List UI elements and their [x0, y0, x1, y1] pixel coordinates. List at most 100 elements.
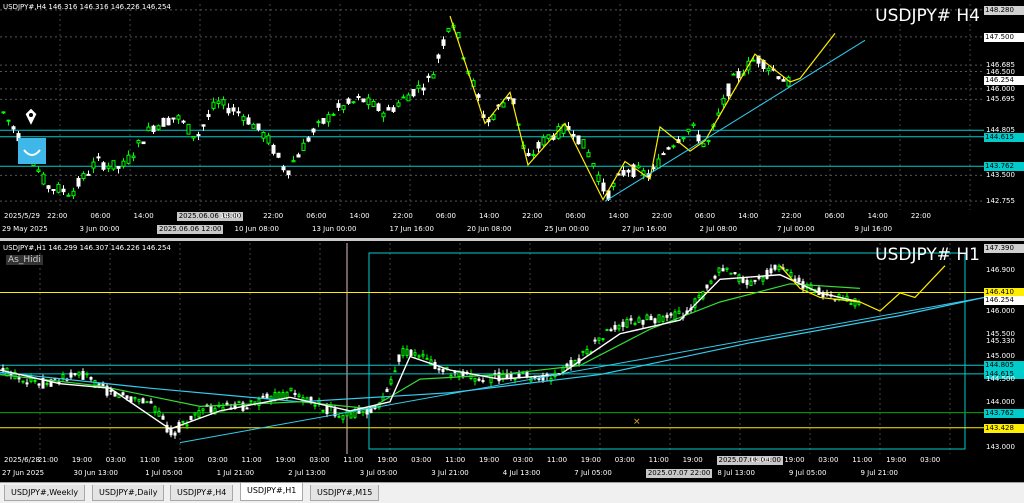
- h1-time-label: 19:00: [682, 456, 703, 464]
- h4-candle-body: [261, 131, 266, 139]
- h4-candle-body: [401, 96, 406, 99]
- h1-candle-body: [633, 322, 637, 325]
- h4-price-tick: 146.254: [984, 76, 1024, 86]
- h1-candle-body: [777, 265, 781, 271]
- h4-header: USDJPY#,H4 146.316 146.316 146.226 146.2…: [3, 3, 171, 11]
- h4-time-label: 06:00: [565, 212, 586, 220]
- h4-price-axis[interactable]: 148.280 147.500 146.685 146.500 146.254 146.0…: [984, 0, 1024, 238]
- h1-candle-body: [789, 272, 793, 278]
- h1-price-axis[interactable]: 147.390 146.900 146.410 146.254 146.000 145.5…: [984, 241, 1024, 482]
- h4-candle-body: [181, 120, 186, 123]
- tab-usdjpy-weekly[interactable]: USDJPY#,Weekly: [4, 485, 86, 501]
- h1-candle-body: [125, 395, 129, 399]
- tab-usdjpy-m15[interactable]: USDJPY#,M15: [310, 485, 380, 501]
- h1-candle-body: [197, 410, 201, 418]
- h1-time-label: 11:00: [750, 456, 771, 464]
- h4-candle-body: [411, 88, 416, 97]
- h4-candle-body: [251, 123, 256, 129]
- chart-tabs: USDJPY#,Weekly USDJPY#,Daily USDJPY#,H4 USD…: [0, 482, 1024, 503]
- h1-candle-body: [341, 414, 345, 420]
- h4-time-label: 14:00: [133, 212, 154, 220]
- h4-date-label: 10 Jun 08:00: [234, 225, 279, 233]
- h4-candle-body: [626, 169, 631, 173]
- pen-icon[interactable]: [24, 107, 38, 127]
- h4-candle-body: [591, 162, 596, 167]
- h4-time-axis: 2025/5/29 22:00 06:00 14:00 2025.06.06 18:00…: [0, 210, 984, 238]
- h1-date-label: 2025.07.07 22:00: [645, 469, 713, 478]
- h4-chart-canvas[interactable]: [0, 0, 984, 238]
- tab-usdjpy-h1[interactable]: USDJPY#,H1: [240, 483, 304, 501]
- h1-time-label: 03:00: [818, 456, 839, 464]
- h4-candle-body: [91, 161, 96, 169]
- h1-candle-body: [725, 267, 729, 270]
- h4-candle-body: [526, 152, 531, 156]
- h4-candle-body: [301, 142, 306, 152]
- h4-candle-body: [421, 87, 426, 91]
- h1-candle-body: [137, 398, 141, 402]
- h1-chart-canvas[interactable]: ✕: [0, 241, 984, 482]
- h1-candle-body: [733, 272, 737, 275]
- h4-candle-body: [196, 134, 201, 137]
- h1-time-label: 11:00: [546, 456, 568, 464]
- h1-candle-body: [697, 295, 701, 299]
- h4-candle-body: [391, 107, 396, 112]
- h4-candle-body: [536, 142, 541, 149]
- h4-candle-body: [81, 173, 86, 179]
- h1-candle-body: [569, 359, 573, 367]
- h4-candle-body: [501, 102, 506, 108]
- h1-candle-body: [489, 374, 493, 384]
- h1-candle-body: [381, 396, 385, 401]
- h4-candle-body: [276, 152, 281, 158]
- h1-candle-body: [321, 409, 325, 412]
- h1-candle-body: [661, 316, 665, 322]
- h4-time-label: 22:00: [392, 212, 413, 220]
- h4-candle-body: [96, 156, 101, 159]
- h4-candle-body: [316, 121, 321, 124]
- h1-time-label: 03:00: [105, 456, 126, 464]
- h1-candle-body: [73, 373, 77, 376]
- h4-candle-body: [691, 123, 696, 127]
- h4-candle-body: [306, 137, 311, 142]
- h4-candle-body: [206, 114, 211, 118]
- h1-candle-body: [161, 415, 165, 420]
- h4-candle-body: [366, 97, 371, 106]
- h4-candle-body: [46, 185, 51, 189]
- h4-candle-body: [296, 154, 301, 158]
- h4-date-label: 2 Jul 08:00: [699, 225, 738, 233]
- h4-candle-body: [246, 117, 251, 125]
- h4-candle-body: [271, 144, 276, 154]
- h1-candle-body: [25, 382, 29, 385]
- h4-price-tick: 148.280: [984, 5, 1024, 15]
- h4-time-label: 2025/5/29: [4, 212, 40, 220]
- tab-usdjpy-h4[interactable]: USDJPY#,H4: [170, 485, 234, 501]
- h4-time-label: 06:00: [90, 212, 111, 220]
- h4-candle-body: [51, 189, 56, 192]
- smile-icon[interactable]: [18, 138, 46, 164]
- h1-candle-body: [349, 413, 353, 419]
- h1-candle-body: [581, 350, 585, 353]
- h1-candle-body: [745, 279, 749, 285]
- h4-candle-body: [211, 101, 216, 109]
- h1-time-label: 19:00: [479, 456, 500, 464]
- h4-candle-body: [116, 166, 121, 169]
- h1-candle-body: [413, 352, 417, 356]
- h4-candle-body: [441, 39, 446, 46]
- h1-time-label: 2025/6/28: [4, 456, 40, 464]
- h4-candle-body: [131, 155, 136, 159]
- tab-usdjpy-daily[interactable]: USDJPY#,Daily: [92, 485, 165, 501]
- h1-chart-pane[interactable]: ✕ USDJPY#,H1 146.299 146.307 146.226 146…: [0, 241, 1024, 482]
- h4-candle-body: [671, 145, 676, 148]
- h4-time-label: 06:00: [306, 212, 327, 220]
- h1-candle-body: [773, 264, 777, 270]
- h1-candle-body: [417, 355, 421, 358]
- h4-candle-body: [176, 115, 181, 120]
- h4-chart-pane[interactable]: USDJPY#,H4 146.316 146.316 146.226 146.2…: [0, 0, 1024, 238]
- h4-date-label: 3 Jun 00:00: [79, 225, 120, 233]
- h1-candle-body: [245, 407, 249, 410]
- h4-candle-body: [236, 111, 241, 114]
- h4-time-label: 22:00: [910, 212, 931, 220]
- h4-price-tick: 143.500: [986, 171, 1015, 180]
- h1-date-label: 1 Jul 05:00: [145, 469, 183, 477]
- h4-candle-body: [36, 169, 41, 173]
- h4-time-label: 14:00: [738, 212, 759, 220]
